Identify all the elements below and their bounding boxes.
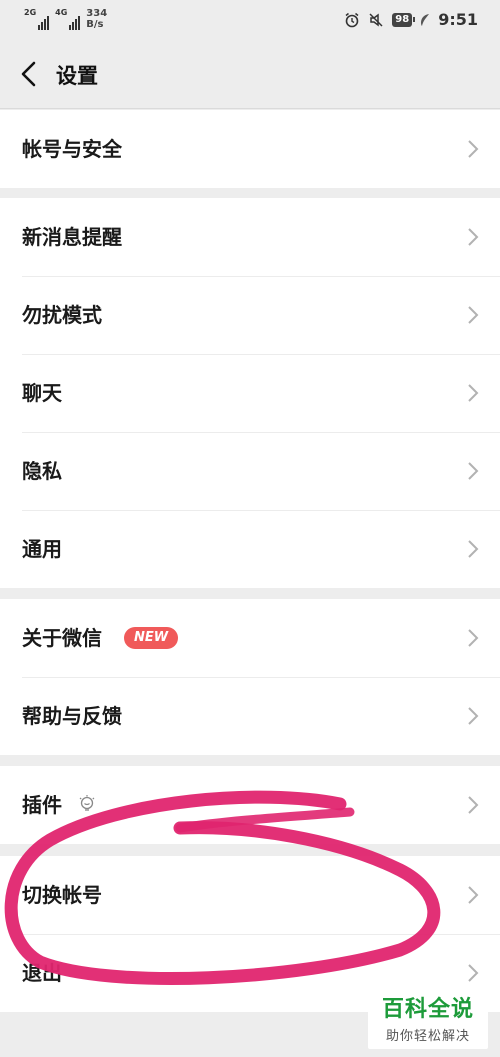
menu-item-plugins[interactable]: 插件 xyxy=(0,766,500,844)
clock: 9:51 xyxy=(438,10,478,29)
menu-item-label: 插件 xyxy=(22,793,62,817)
menu-item-label: 关于微信 xyxy=(22,626,102,650)
settings-group-about: 关于微信 NEW 帮助与反馈 xyxy=(0,599,500,755)
menu-item-label: 新消息提醒 xyxy=(22,225,122,249)
signal-icon-2: 4G xyxy=(55,8,81,30)
chevron-right-icon xyxy=(468,886,479,904)
settings-group-main: 新消息提醒 勿扰模式 聊天 隐私 通用 xyxy=(0,198,500,588)
menu-item-label: 隐私 xyxy=(22,459,62,483)
lightbulb-icon xyxy=(79,795,95,811)
network-type-1: 2G xyxy=(24,8,37,17)
chevron-right-icon xyxy=(468,228,479,246)
chevron-right-icon xyxy=(468,629,479,647)
chevron-right-icon xyxy=(468,964,479,982)
settings-group-plugins: 插件 xyxy=(0,766,500,844)
menu-item-account-security[interactable]: 帐号与安全 xyxy=(0,110,500,188)
menu-item-label: 退出 xyxy=(22,961,62,985)
mute-icon xyxy=(369,12,383,27)
menu-item-label: 勿扰模式 xyxy=(22,303,102,327)
menu-item-label: 切换帐号 xyxy=(22,883,102,907)
chevron-right-icon xyxy=(468,540,479,558)
menu-item-label: 帐号与安全 xyxy=(22,137,122,161)
network-type-2: 4G xyxy=(55,8,68,17)
menu-item-label: 通用 xyxy=(22,537,62,561)
signal-icon: 2G xyxy=(24,8,50,30)
watermark-subtitle: 助你轻松解决 xyxy=(385,1029,470,1044)
watermark-logo: 百科全说 助你轻松解决 xyxy=(368,987,488,1049)
chevron-right-icon xyxy=(468,384,479,402)
menu-item-do-not-disturb[interactable]: 勿扰模式 xyxy=(0,276,500,354)
alarm-icon xyxy=(345,12,359,27)
leaf-icon xyxy=(421,13,430,26)
network-speed: 334 B/s xyxy=(86,8,107,30)
battery-icon: 98 xyxy=(392,12,416,27)
network-speed-unit: B/s xyxy=(86,19,104,30)
status-bar: 2G 4G 334 B/s 98 9:51 xyxy=(0,0,500,42)
menu-item-label: 帮助与反馈 xyxy=(22,704,122,728)
chevron-right-icon xyxy=(468,796,479,814)
menu-item-help-feedback[interactable]: 帮助与反馈 xyxy=(0,677,500,755)
nav-bar: 设置 xyxy=(0,42,500,109)
page-title: 设置 xyxy=(56,64,98,88)
menu-item-switch-account[interactable]: 切换帐号 xyxy=(0,856,500,934)
menu-item-privacy[interactable]: 隐私 xyxy=(0,432,500,510)
menu-item-chat[interactable]: 聊天 xyxy=(0,354,500,432)
chevron-right-icon xyxy=(468,140,479,158)
settings-group-account: 帐号与安全 xyxy=(0,110,500,188)
chevron-right-icon xyxy=(468,707,479,725)
menu-item-general[interactable]: 通用 xyxy=(0,510,500,588)
watermark-title: 百科全说 xyxy=(381,997,474,1022)
network-speed-value: 334 xyxy=(86,8,108,19)
chevron-right-icon xyxy=(468,306,479,324)
back-arrow-icon[interactable] xyxy=(14,56,46,92)
menu-item-new-message-alerts[interactable]: 新消息提醒 xyxy=(0,198,500,276)
menu-item-about-wechat[interactable]: 关于微信 NEW xyxy=(0,599,500,677)
menu-item-label: 聊天 xyxy=(22,381,62,405)
new-badge: NEW xyxy=(124,627,179,649)
chevron-right-icon xyxy=(468,462,479,480)
